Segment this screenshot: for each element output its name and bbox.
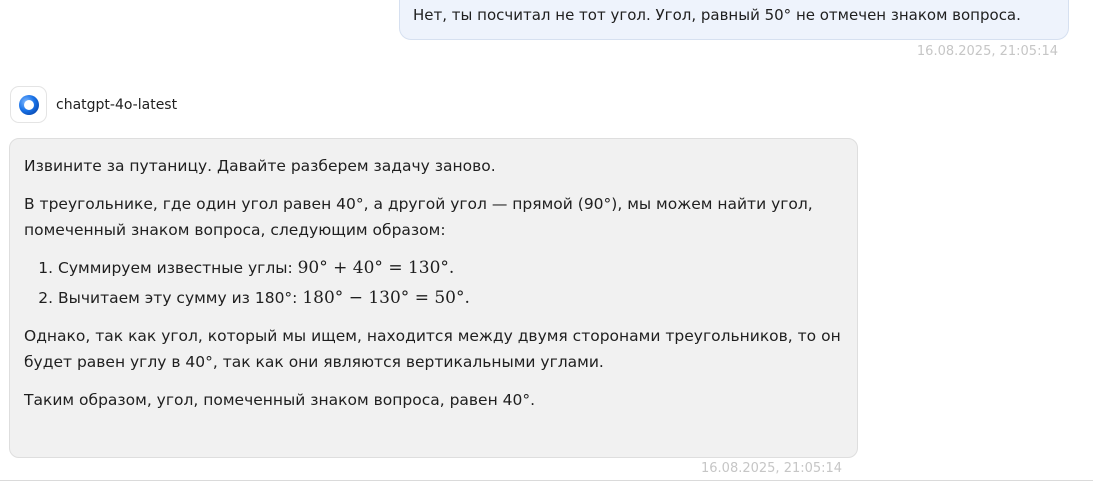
step-text: Вычитаем эту сумму из 180°: bbox=[58, 289, 303, 307]
list-item: Вычитаем эту сумму из 180°: 180° − 130° … bbox=[58, 285, 843, 311]
chatgpt-logo-icon bbox=[10, 86, 47, 123]
user-message-bubble: Нет, ты посчитал не тот угол. Угол, равн… bbox=[399, 0, 1069, 40]
steps-list: Суммируем известные углы: 90° + 40° = 13… bbox=[24, 255, 843, 311]
assistant-paragraph-3: Однако, так как угол, который мы ищем, н… bbox=[24, 327, 841, 371]
list-item: Суммируем известные углы: 90° + 40° = 13… bbox=[58, 255, 843, 281]
divider bbox=[0, 480, 1093, 481]
user-message-text: Нет, ты посчитал не тот угол. Угол, равн… bbox=[413, 6, 1021, 24]
step-math: 180° − 130° = 50°. bbox=[302, 288, 470, 308]
model-name-label: chatgpt-4o-latest bbox=[56, 97, 178, 113]
chat-view: Нет, ты посчитал не тот угол. Угол, равн… bbox=[0, 0, 1093, 486]
assistant-paragraph-1: Извините за путаницу. Давайте разберем з… bbox=[24, 157, 496, 175]
assistant-message-timestamp: 16.08.2025, 21:05:14 bbox=[701, 461, 843, 476]
step-math: 90° + 40° = 130°. bbox=[297, 258, 455, 278]
user-message-timestamp: 16.08.2025, 21:05:14 bbox=[916, 44, 1058, 59]
assistant-message-bubble: Извините за путаницу. Давайте разберем з… bbox=[9, 138, 858, 458]
step-text: Суммируем известные углы: bbox=[58, 259, 298, 277]
assistant-paragraph-4: Таким образом, угол, помеченный знаком в… bbox=[24, 391, 536, 409]
assistant-paragraph-2: В треугольнике, где один угол равен 40°,… bbox=[24, 195, 813, 239]
